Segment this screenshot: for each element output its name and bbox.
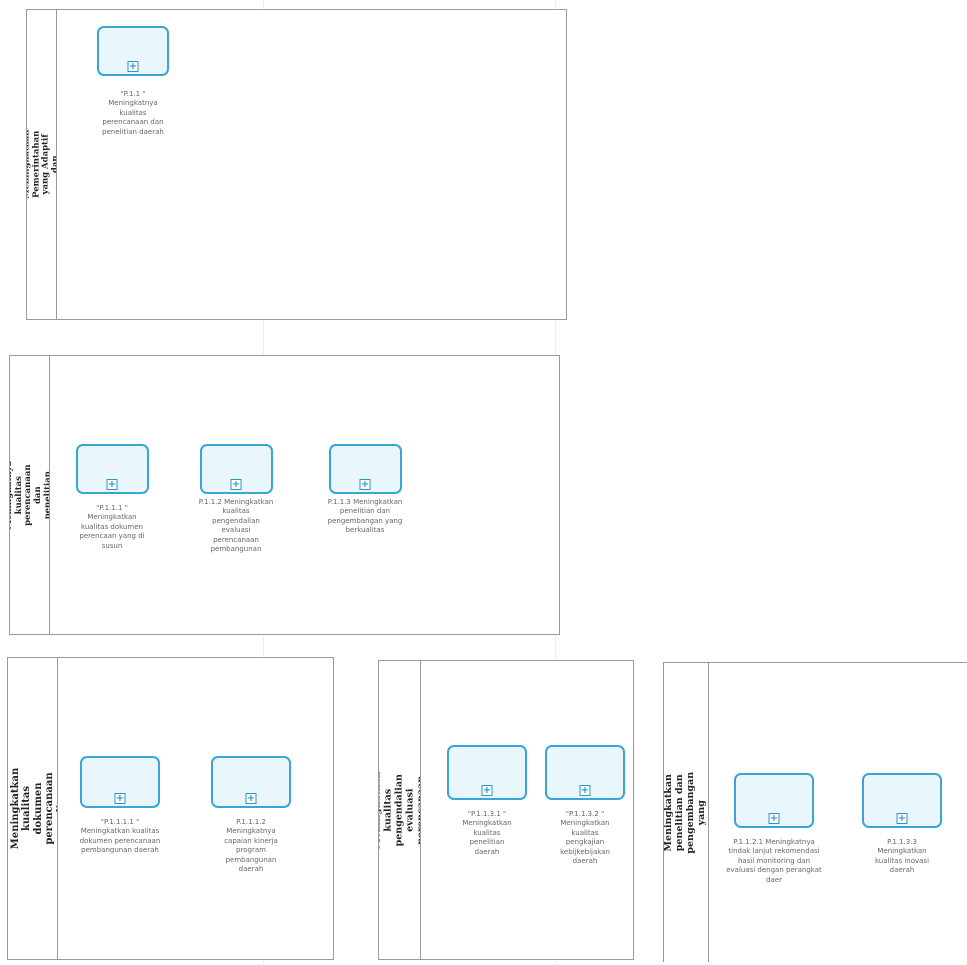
- task-box[interactable]: +: [545, 745, 625, 800]
- lane-header: "P.1.1.1 " Meningkatkan kualitas dokumen…: [8, 658, 58, 959]
- task-box[interactable]: +: [199, 444, 273, 494]
- subprocess-task[interactable]: + "P.1.1.3.1 " Meningkatkan kualitas pen…: [447, 745, 527, 857]
- pool-p11: "P.1.1 Desk " Meningkatnya kualitas pere…: [9, 355, 560, 635]
- pool-p112: P.1.1.2 Meningkatkan kualitas pengendali…: [378, 660, 634, 960]
- task-label: P.1.1.3 Meningkatkan penelitian dan peng…: [327, 498, 403, 535]
- expand-subprocess-icon[interactable]: +: [106, 479, 118, 490]
- lane-header: P.1 Meningkatkan Pemerintahan yang Adapt…: [27, 10, 57, 319]
- task-box[interactable]: +: [75, 444, 149, 494]
- subprocess-task[interactable]: + P.1.1.3 Meningkatkan penelitian dan pe…: [325, 444, 405, 536]
- expand-subprocess-icon[interactable]: +: [114, 793, 126, 804]
- expand-subprocess-icon[interactable]: +: [896, 813, 908, 824]
- task-box[interactable]: +: [734, 773, 814, 828]
- task-box[interactable]: +: [862, 773, 942, 828]
- pool-p1: P.1 Meningkatkan Pemerintahan yang Adapt…: [26, 9, 567, 320]
- expand-subprocess-icon[interactable]: +: [127, 61, 139, 72]
- pool-p111: "P.1.1.1 " Meningkatkan kualitas dokumen…: [7, 657, 334, 960]
- task-label: "P.1.1.3.2 " Meningkatkan kualitas pengk…: [560, 810, 610, 866]
- subprocess-task[interactable]: + "P.1.1.3.2 " Meningkatkan kualitas pen…: [545, 745, 625, 867]
- subprocess-task[interactable]: + "P.1.1 " Meningkatnya kualitas perenca…: [85, 26, 181, 137]
- task-label: "P.1.1.3.1 " Meningkatkan kualitas penel…: [462, 810, 512, 856]
- expand-subprocess-icon[interactable]: +: [230, 479, 242, 490]
- expand-subprocess-icon[interactable]: +: [481, 785, 493, 796]
- subprocess-task[interactable]: + "P.1.1.1.1 " Meningkatkan kualitas dok…: [78, 756, 162, 856]
- subprocess-task[interactable]: + P.1.1.2 Meningkatkan kualitas pengenda…: [196, 444, 276, 555]
- subprocess-task[interactable]: + "P.1.1.1 " Meningkatkan kualitas dokum…: [72, 444, 152, 551]
- subprocess-task[interactable]: + P.1.1.1.2 Meningkatnya capaian kinerja…: [209, 756, 293, 875]
- lane-header: P.1.1.3 Meningkatkan penelitian dan peng…: [664, 663, 709, 962]
- lane-title: "P.1.1 Desk " Meningkatnya kualitas pere…: [10, 460, 50, 530]
- pool-p113: P.1.1.3 Meningkatkan penelitian dan peng…: [663, 662, 967, 962]
- subprocess-task[interactable]: + P.1.1.2.1 Meningkatnya tindak lanjut r…: [724, 773, 824, 885]
- task-label: P.1.1.1.2 Meningkatnya capaian kinerja p…: [224, 818, 278, 874]
- expand-subprocess-icon[interactable]: +: [359, 479, 371, 490]
- expand-subprocess-icon[interactable]: +: [768, 813, 780, 824]
- lane-title: P.1.1.2 Meningkatkan kualitas pengendali…: [379, 771, 421, 849]
- task-box[interactable]: +: [328, 444, 402, 494]
- expand-subprocess-icon[interactable]: +: [579, 785, 591, 796]
- task-box[interactable]: +: [97, 26, 169, 76]
- lane-header: P.1.1.2 Meningkatkan kualitas pengendali…: [379, 661, 421, 959]
- lane-header: "P.1.1 Desk " Meningkatnya kualitas pere…: [10, 356, 50, 634]
- task-label: P.1.1.2 Meningkatkan kualitas pengendali…: [198, 498, 274, 554]
- task-label: "P.1.1.1 " Meningkatkan kualitas dokumen…: [79, 504, 145, 550]
- task-box[interactable]: +: [447, 745, 527, 800]
- task-label: "P.1.1.1.1 " Meningkatkan kualitas dokum…: [79, 818, 161, 855]
- task-label: "P.1.1 " Meningkatnya kualitas perencana…: [102, 90, 164, 136]
- task-label: P.1.1.2.1 Meningkatnya tindak lanjut rek…: [726, 838, 822, 884]
- task-label: P.1.1.3.3 Meningkatkan kualitas inovasi …: [874, 838, 930, 875]
- task-box[interactable]: +: [80, 756, 160, 808]
- lane-title: P.1.1.3 Meningkatkan penelitian dan peng…: [664, 771, 709, 854]
- lane-title: "P.1.1.1 " Meningkatkan kualitas dokumen…: [8, 767, 58, 850]
- subprocess-task[interactable]: + P.1.1.3.3 Meningkatkan kualitas inovas…: [862, 773, 942, 876]
- lane-title: P.1 Meningkatkan Pemerintahan yang Adapt…: [27, 129, 57, 200]
- expand-subprocess-icon[interactable]: +: [245, 793, 257, 804]
- task-box[interactable]: +: [211, 756, 291, 808]
